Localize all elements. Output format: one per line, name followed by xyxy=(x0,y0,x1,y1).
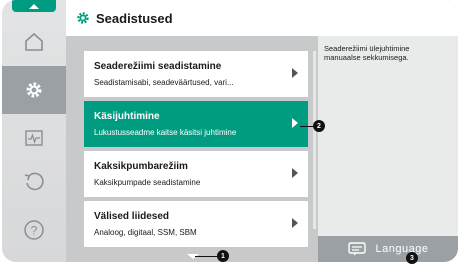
menu-item-manual-control[interactable]: Käsijuhtimine Lukustusseadme kaitse käsi… xyxy=(84,101,308,147)
callout-leader xyxy=(195,256,219,257)
menu-item-subtitle: Seadistamisabi, seadeväärtused, vari... xyxy=(94,78,234,87)
callout-marker: 2 xyxy=(313,120,325,132)
help-icon: ? xyxy=(24,220,44,240)
pulse-monitor-icon xyxy=(25,130,43,146)
rail-item-restore[interactable] xyxy=(10,158,58,206)
callout-marker: 1 xyxy=(217,250,229,262)
menu-item-subtitle: Analoog, digitaal, SSM, SBM xyxy=(94,228,197,237)
caret-up-icon xyxy=(29,3,39,9)
menu-item-title: Seaderežiimi seadistamine xyxy=(94,61,222,72)
help-text: Seaderežiimi ülejuhtimine manuaalse sekk… xyxy=(324,44,410,62)
rail-item-home[interactable] xyxy=(10,18,58,66)
page-header: Seadistused xyxy=(66,0,458,36)
rail-item-settings[interactable] xyxy=(2,66,66,114)
help-panel: Seaderežiimi ülejuhtimine manuaalse sekk… xyxy=(318,36,458,238)
menu-item-operating-mode[interactable]: Seaderežiimi seadistamine Seadistamisabi… xyxy=(84,51,308,97)
chevron-right-icon xyxy=(292,168,298,178)
menu-item-title: Kaksikpumbarežiim xyxy=(94,161,188,172)
menu-item-twin-pump[interactable]: Kaksikpumbarežiim Kaksikpumpade seadista… xyxy=(84,151,308,197)
svg-text:?: ? xyxy=(31,224,38,238)
page-title: Seadistused xyxy=(96,10,173,26)
chevron-right-icon xyxy=(292,218,298,228)
menu-scrollbar[interactable] xyxy=(313,51,316,229)
rail-scroll-up-button[interactable] xyxy=(12,0,56,12)
nav-rail: ? xyxy=(2,0,66,262)
gear-icon xyxy=(77,12,89,24)
gear-icon xyxy=(26,82,42,98)
chevron-right-icon xyxy=(292,68,298,78)
menu-item-title: Välised liidesed xyxy=(94,211,170,222)
language-label: Language xyxy=(375,243,429,255)
device-screen: ? Seadistused Seaderežiimi seadistamine … xyxy=(2,0,458,262)
rail-item-diagnostics[interactable] xyxy=(10,114,58,162)
home-icon xyxy=(25,32,43,51)
callout-leader xyxy=(300,126,314,127)
restore-icon xyxy=(24,172,44,191)
callout-marker: 3 xyxy=(406,252,418,264)
chat-bubble-icon xyxy=(347,242,366,256)
menu-item-subtitle: Kaksikpumpade seadistamine xyxy=(94,178,201,187)
rail-item-help[interactable]: ? xyxy=(10,206,58,254)
menu-item-subtitle: Lukustusseadme kaitse käsitsi juhtimine xyxy=(94,128,237,137)
menu-item-title: Käsijuhtimine xyxy=(94,111,160,122)
main-content: Seaderežiimi seadistamine Seadistamisabi… xyxy=(66,36,458,262)
menu-item-external-interfaces[interactable]: Välised liidesed Analoog, digitaal, SSM,… xyxy=(84,201,308,247)
language-button[interactable]: Language xyxy=(318,236,458,262)
chevron-right-icon xyxy=(292,118,298,128)
